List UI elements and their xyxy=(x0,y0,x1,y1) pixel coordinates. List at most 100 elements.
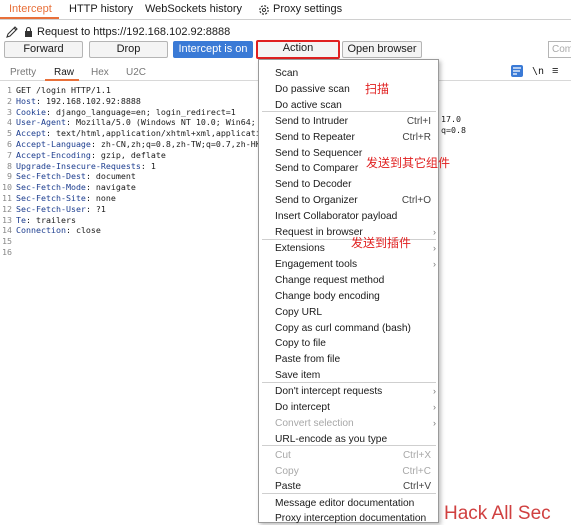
chevron-right-icon: › xyxy=(433,402,436,412)
tab-websockets-history[interactable]: WebSockets history xyxy=(145,3,242,15)
line-text: Sec-Fetch-Mode: navigate xyxy=(16,182,136,192)
annotation-extensions: 发送到插件 xyxy=(351,236,412,250)
line-text: Accept-Encoding: gzip, deflate xyxy=(16,150,166,160)
menu-item-label: Send to Decoder xyxy=(275,179,352,190)
menu-item-label: Insert Collaborator payload xyxy=(275,211,398,222)
menu-item-label: Copy to file xyxy=(275,338,326,349)
word-wrap-icon[interactable] xyxy=(511,65,523,77)
line-text: Te: trailers xyxy=(16,215,76,225)
header-value: : text/html,application/xhtml+xml,applic… xyxy=(45,128,266,139)
forward-button[interactable]: Forward xyxy=(4,41,83,58)
chevron-right-icon: › xyxy=(433,259,436,269)
newline-toggle-icon[interactable]: \n xyxy=(532,66,544,77)
line-number: 2 xyxy=(7,95,12,106)
header-value: : close xyxy=(65,225,101,236)
line-text: Connection: close xyxy=(16,225,101,235)
header-value: : none xyxy=(85,193,116,203)
menu-item-label: Convert selection xyxy=(275,418,354,429)
menu-item-copy-as-curl-command-bash[interactable]: Copy as curl command (bash) xyxy=(259,323,440,337)
menu-item-label: Scan xyxy=(275,68,299,79)
menu-item-send-to-decoder[interactable]: Send to Decoder xyxy=(259,179,440,193)
menu-item-send-to-repeater[interactable]: Send to Repeater Ctrl+R xyxy=(259,132,440,146)
header-value: : django_language=en; login_redirect=1 xyxy=(45,106,236,117)
menu-item-copy: Copy Ctrl+C xyxy=(259,466,440,480)
menu-item-label: Change body encoding xyxy=(275,291,380,302)
line-number: 8 xyxy=(7,160,12,171)
menu-item-cut: Cut Ctrl+X xyxy=(259,450,440,464)
menu-item-engagement-tools[interactable]: Engagement tools › xyxy=(259,259,440,273)
menu-item-label: Do intercept xyxy=(275,402,330,413)
line-text: Host: 192.168.102.92:8888 xyxy=(16,96,141,106)
menu-item-label: Paste xyxy=(275,481,302,492)
menu-item-label: Message editor documentation xyxy=(275,498,415,509)
annotation-scan: 扫描 xyxy=(365,82,390,96)
line-number: 4 xyxy=(7,117,12,128)
menu-item-extensions[interactable]: Extensions › xyxy=(259,243,440,257)
menu-item-copy-url[interactable]: Copy URL xyxy=(259,307,440,321)
pencil-icon[interactable] xyxy=(5,25,19,39)
menu-item-convert-selection: Convert selection › xyxy=(259,418,440,432)
tab-http-history[interactable]: HTTP history xyxy=(69,3,133,15)
comment-field[interactable]: Com xyxy=(548,41,571,58)
header-name: Sec-Fetch-Mode xyxy=(16,182,86,193)
menu-item-send-to-intruder[interactable]: Send to Intruder Ctrl+I xyxy=(259,116,440,130)
menu-item-label: URL-encode as you type xyxy=(275,434,388,445)
tab-hex[interactable]: Hex xyxy=(91,67,109,78)
header-name: Connection xyxy=(16,225,66,236)
header-name: Host xyxy=(16,95,36,106)
menu-item-proxy-interception-documentation[interactable]: Proxy interception documentation xyxy=(259,513,440,525)
line-text: Upgrade-Insecure-Requests: 1 xyxy=(16,161,156,171)
menu-item-label: Cut xyxy=(275,450,291,461)
menu-item-do-passive-scan[interactable]: Do passive scan xyxy=(259,84,440,98)
menu-item-label: Copy URL xyxy=(275,307,322,318)
menu-item-label: Send to Sequencer xyxy=(275,148,363,159)
menu-item-label: Do active scan xyxy=(275,100,342,111)
menu-item-label: Send to Organizer xyxy=(275,195,358,206)
tab-proxy-settings[interactable]: Proxy settings xyxy=(273,3,342,15)
line-number: 12 xyxy=(2,203,12,214)
menu-item-shortcut: Ctrl+C xyxy=(402,466,431,477)
proxy-tabs: Intercept HTTP history WebSockets histor… xyxy=(0,0,571,20)
request-editor-overflow: 17.0 q=0.8 xyxy=(434,82,571,192)
drop-button[interactable]: Drop xyxy=(89,41,168,58)
header-value: : gzip, deflate xyxy=(90,149,166,160)
line-text: GET /login HTTP/1.1 xyxy=(16,85,111,95)
header-value: : navigate xyxy=(85,182,136,193)
open-browser-button[interactable]: Open browser xyxy=(342,41,422,58)
editor-menu-icon[interactable]: ≡ xyxy=(552,65,558,77)
menu-item-scan[interactable]: Scan xyxy=(259,68,440,82)
header-value: : 1 xyxy=(140,160,156,171)
tab-raw[interactable]: Raw xyxy=(54,67,74,78)
header-value: : zh-CN,zh;q=0.8,zh-TW;q=0.7,zh-HK; xyxy=(90,139,266,149)
menu-item-label: Proxy interception documentation xyxy=(275,513,427,524)
menu-item-copy-to-file[interactable]: Copy to file xyxy=(259,338,440,352)
menu-item-label: Copy xyxy=(275,466,299,477)
line-text: Cookie: django_language=en; login_redire… xyxy=(16,107,236,117)
line-text: Accept-Language: zh-CN,zh;q=0.8,zh-TW;q=… xyxy=(16,139,266,149)
action-context-menu: Scan Do passive scan Do active scan Send to… xyxy=(258,59,440,525)
tab-pretty[interactable]: Pretty xyxy=(10,67,36,78)
line-number: 1 xyxy=(7,85,12,95)
header-value: : ?1 xyxy=(85,203,106,214)
menu-item-label: Send to Repeater xyxy=(275,132,355,143)
line-number: 7 xyxy=(7,149,12,160)
menu-item-shortcut: Ctrl+X xyxy=(402,450,431,461)
header-value: : trailers xyxy=(26,214,76,225)
menu-item-insert-collaborator-payload[interactable]: Insert Collaborator payload xyxy=(259,211,440,225)
gear-icon[interactable] xyxy=(258,4,270,16)
action-button[interactable]: Action xyxy=(256,40,340,59)
tab-intercept[interactable]: Intercept xyxy=(9,3,52,15)
menu-item-do-intercept[interactable]: Do intercept › xyxy=(259,402,440,416)
menu-separator xyxy=(262,382,436,383)
menu-item-label: Don't intercept requests xyxy=(275,386,383,397)
header-name: Accept-Encoding xyxy=(16,149,91,160)
intercept-toggle-button[interactable]: Intercept is on xyxy=(173,41,253,58)
menu-item-send-to-organizer[interactable]: Send to Organizer Ctrl+O xyxy=(259,195,440,209)
tab-u2c[interactable]: U2C xyxy=(126,67,146,78)
menu-item-label: Request in browser xyxy=(275,227,363,238)
menu-item-message-editor-documentation[interactable]: Message editor documentation xyxy=(259,498,440,512)
menu-item-change-body-encoding[interactable]: Change body encoding xyxy=(259,291,440,305)
menu-item-don-t-intercept-requests[interactable]: Don't intercept requests › xyxy=(259,386,440,400)
menu-item-change-request-method[interactable]: Change request method xyxy=(259,275,440,289)
menu-item-paste-from-file[interactable]: Paste from file xyxy=(259,354,440,368)
